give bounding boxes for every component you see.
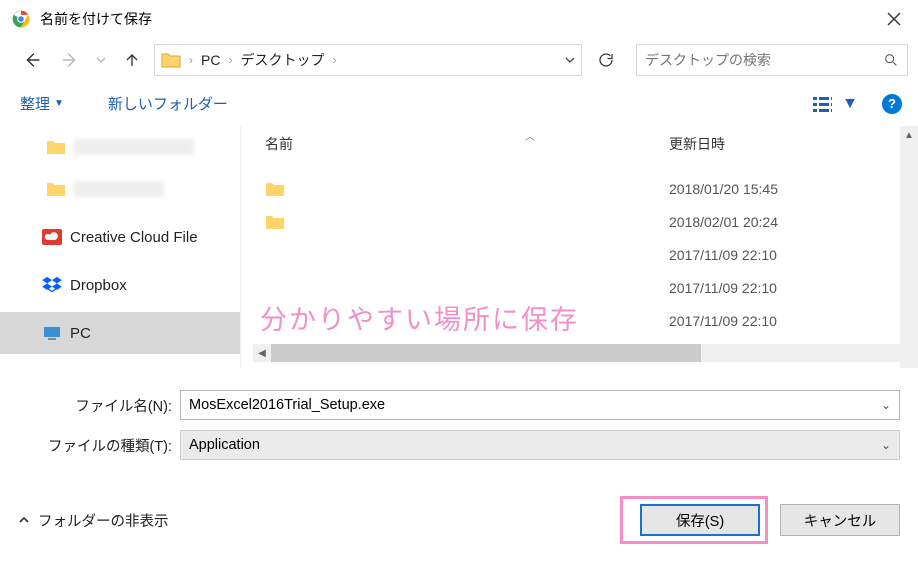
file-date: 2017/11/09 22:10 — [659, 247, 777, 263]
sidebar: Creative Cloud File Dropbox PC — [0, 126, 240, 368]
file-date: 2018/02/01 20:24 — [659, 214, 778, 230]
chevron-right-icon: › — [189, 53, 193, 67]
organize-button[interactable]: 整理 ▼ — [16, 89, 68, 118]
chevron-right-icon: › — [228, 53, 232, 67]
vertical-scrollbar[interactable]: ▲ — [900, 126, 918, 368]
breadcrumb-pc[interactable]: PC — [201, 52, 220, 68]
column-date[interactable]: 更新日時 — [659, 134, 839, 154]
sidebar-item-pc[interactable]: PC — [0, 312, 240, 354]
filetype-label: ファイルの種類(T): — [18, 435, 180, 456]
dropdown-icon[interactable]: ⌄ — [881, 398, 891, 412]
blurred-text — [74, 139, 194, 155]
dropdown-icon[interactable]: ⌄ — [881, 438, 891, 452]
view-button[interactable]: ▼ — [806, 91, 864, 117]
file-row[interactable]: 2017/11/09 22:10 — [241, 304, 918, 337]
footer: フォルダーの非表示 保存(S) キャンセル — [0, 476, 918, 544]
chrome-icon — [12, 10, 30, 28]
filename-input[interactable]: MosExcel2016Trial_Setup.exe ⌄ — [180, 390, 900, 420]
filetype-value: Application — [189, 437, 260, 453]
search-icon — [883, 52, 899, 68]
caret-down-icon: ▼ — [54, 98, 64, 109]
column-name[interactable]: 名前 ︿ — [241, 134, 659, 154]
folder-icon — [265, 181, 285, 197]
help-button[interactable]: ? — [882, 94, 902, 114]
sidebar-item-label: Dropbox — [70, 277, 127, 294]
filename-value: MosExcel2016Trial_Setup.exe — [189, 397, 385, 413]
chevron-up-icon — [18, 514, 30, 526]
pc-icon — [42, 325, 62, 341]
file-row[interactable]: 2018/02/01 20:24 — [241, 205, 918, 238]
save-label: 保存(S) — [676, 510, 724, 531]
hide-folders-toggle[interactable]: フォルダーの非表示 — [18, 510, 169, 531]
filename-label: ファイル名(N): — [18, 395, 180, 416]
folder-icon — [161, 52, 181, 68]
cancel-button[interactable]: キャンセル — [780, 504, 900, 536]
column-name-label: 名前 — [265, 136, 293, 152]
main-area: Creative Cloud File Dropbox PC 名前 ︿ 更新日時 — [0, 126, 918, 368]
save-button[interactable]: 保存(S) — [640, 504, 760, 536]
sort-indicator-icon: ︿ — [525, 128, 535, 143]
annotation-highlight: 保存(S) — [620, 496, 768, 544]
sidebar-item-blurred[interactable] — [0, 168, 240, 210]
breadcrumb-desktop[interactable]: デスクトップ — [240, 50, 324, 70]
scroll-thumb[interactable] — [271, 344, 701, 362]
file-date: 2017/11/09 22:10 — [659, 280, 777, 296]
scroll-left-icon[interactable]: ◀ — [253, 344, 271, 362]
titlebar: 名前を付けて保存 — [0, 0, 918, 38]
new-folder-button[interactable]: 新しいフォルダー — [104, 89, 232, 118]
file-row[interactable]: 2018/01/20 15:45 — [241, 172, 918, 205]
filetype-select[interactable]: Application ⌄ — [180, 430, 900, 460]
file-date: 2018/01/20 15:45 — [659, 181, 778, 197]
dropbox-icon — [42, 276, 62, 294]
scroll-up-icon[interactable]: ▲ — [900, 126, 918, 144]
toolbar: 整理 ▼ 新しいフォルダー ▼ ? — [0, 82, 918, 126]
hide-folders-label: フォルダーの非表示 — [38, 510, 169, 531]
column-date-label: 更新日時 — [669, 136, 725, 152]
close-button[interactable] — [870, 0, 918, 38]
sidebar-item-blurred[interactable] — [0, 126, 240, 168]
file-row[interactable]: 2017/11/09 22:10 — [241, 271, 918, 304]
sidebar-item-dropbox[interactable]: Dropbox — [0, 264, 240, 306]
sidebar-item-label: Creative Cloud File — [70, 229, 198, 246]
back-button[interactable] — [16, 44, 48, 76]
file-date: 2017/11/09 22:10 — [659, 313, 777, 329]
caret-down-icon: ▼ — [842, 95, 858, 113]
forward-button[interactable] — [54, 44, 86, 76]
blurred-text — [74, 181, 164, 197]
organize-label: 整理 — [20, 93, 50, 114]
sidebar-item-creative-cloud[interactable]: Creative Cloud File — [0, 216, 240, 258]
horizontal-scrollbar[interactable]: ◀ ▶ — [253, 344, 916, 362]
folder-icon — [46, 139, 66, 155]
creative-cloud-icon — [42, 229, 62, 245]
address-dropdown[interactable] — [565, 55, 575, 65]
search-input[interactable] — [645, 52, 883, 68]
sidebar-item-label: PC — [70, 325, 91, 342]
folder-icon — [46, 181, 66, 197]
up-button[interactable] — [116, 44, 148, 76]
fields-area: ファイル名(N): MosExcel2016Trial_Setup.exe ⌄ … — [0, 368, 918, 476]
file-row[interactable]: 2017/11/09 22:10 — [241, 238, 918, 271]
window-title: 名前を付けて保存 — [40, 9, 870, 29]
new-folder-label: 新しいフォルダー — [108, 93, 228, 114]
file-pane: 名前 ︿ 更新日時 2018/01/20 15:45 2018/02/01 20… — [240, 126, 918, 368]
chevron-right-icon: › — [332, 53, 336, 67]
nav-row: › PC › デスクトップ › — [0, 38, 918, 82]
cancel-label: キャンセル — [804, 510, 877, 531]
folder-icon — [265, 214, 285, 230]
column-header-row: 名前 ︿ 更新日時 — [241, 126, 918, 162]
history-dropdown[interactable] — [92, 44, 110, 76]
search-box[interactable] — [636, 44, 908, 76]
address-bar[interactable]: › PC › デスクトップ › — [154, 44, 582, 76]
refresh-button[interactable] — [590, 44, 622, 76]
